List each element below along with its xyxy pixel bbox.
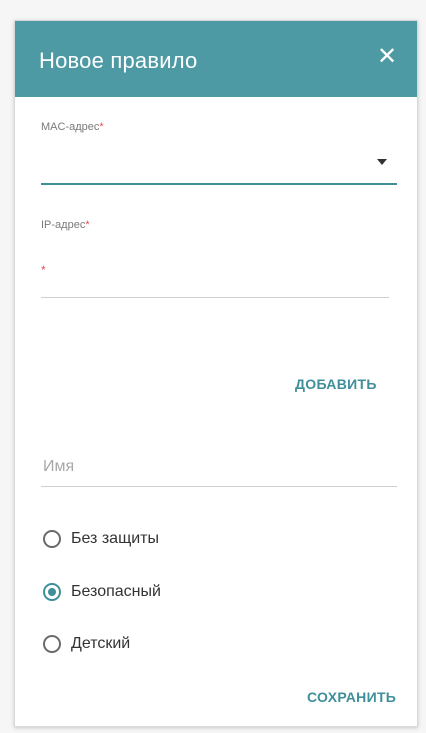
dialog-title: Новое правило: [39, 48, 198, 73]
add-button[interactable]: ДОБАВИТЬ: [295, 376, 377, 392]
radio-label-safe: Безопасный: [71, 583, 161, 600]
mac-address-label-text: MAC-адрес: [41, 121, 100, 133]
mac-address-required-mark: *: [99, 121, 104, 133]
radio-button-icon[interactable]: [43, 635, 61, 653]
new-rule-dialog: Новое правило ✕ MAC-адрес* IP-адрес* * Д…: [14, 20, 418, 727]
radio-option-child[interactable]: Детский: [43, 631, 130, 657]
ip-address-underline: [41, 297, 389, 298]
name-input[interactable]: [41, 453, 401, 481]
ip-address-input[interactable]: [51, 259, 385, 285]
ip-address-required-mark: *: [85, 219, 90, 231]
save-button[interactable]: СОХРАНИТЬ: [307, 689, 396, 705]
radio-label-no-protection: Без защиты: [71, 530, 159, 547]
ip-address-error-mark: *: [41, 263, 46, 277]
mac-address-select[interactable]: [41, 147, 375, 173]
radio-option-safe[interactable]: Безопасный: [43, 579, 161, 605]
radio-option-no-protection[interactable]: Без защиты: [43, 526, 159, 552]
radio-button-icon[interactable]: [43, 530, 61, 548]
ip-address-label: IP-адрес*: [41, 219, 90, 231]
dialog-header: Новое правило ✕: [15, 21, 417, 97]
mac-address-label: MAC-адрес*: [41, 121, 104, 133]
name-underline: [41, 486, 397, 487]
ip-address-label-text: IP-адрес: [41, 219, 86, 231]
mac-address-underline: [41, 183, 397, 185]
radio-button-checked-icon[interactable]: [43, 583, 61, 601]
close-icon[interactable]: ✕: [373, 43, 401, 71]
chevron-down-icon[interactable]: [377, 159, 387, 165]
page-background: Новое правило ✕ MAC-адрес* IP-адрес* * Д…: [0, 0, 426, 733]
radio-dot: [48, 588, 56, 596]
radio-label-child: Детский: [71, 635, 131, 652]
